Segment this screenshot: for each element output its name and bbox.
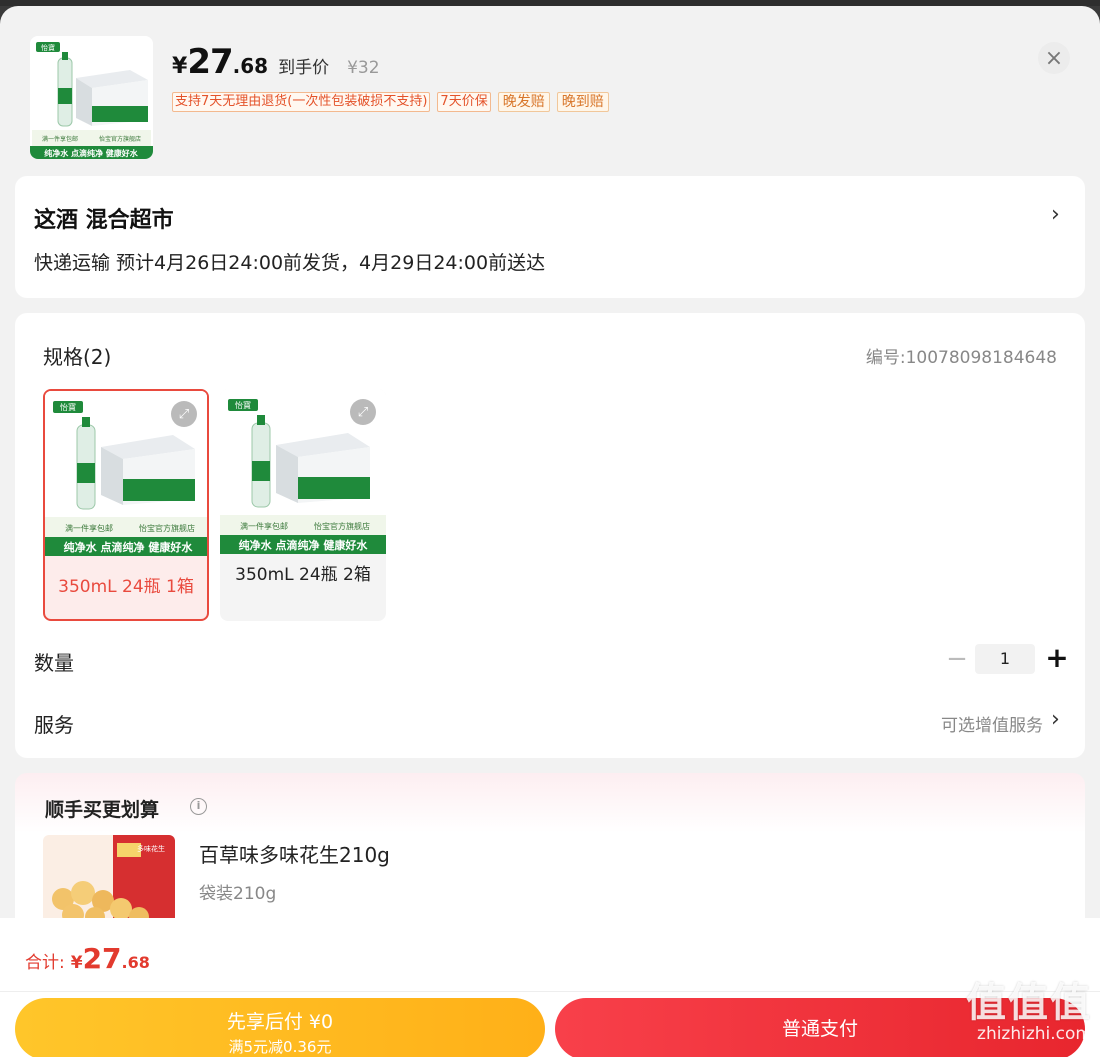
sku-label: 350mL 24瓶 2箱 [235, 565, 371, 585]
return-policy-tag: 支持7天无理由退货(一次性包装破损不支持) [172, 92, 431, 112]
watermark-logo: 值值值 [966, 980, 1092, 1026]
expand-image-icon[interactable]: ⤢ [350, 399, 376, 425]
quantity-label: 数量 [34, 651, 74, 675]
delivery-info: 快递运输 预计4月26日24:00前发货，4月29日24:00前送达 [34, 252, 546, 274]
late-ship-tag: 晚发赔 [497, 92, 550, 112]
sku-slogan-text: 纯净水 点滴纯净 健康好水 [239, 538, 369, 552]
pay-later-discount: 满5元减0.36元 [228, 1038, 332, 1056]
price-decimal: .68 [232, 54, 269, 78]
pay-later-label: 先享后付 ¥0 [226, 1011, 334, 1033]
sku-option-2[interactable]: 怡寶 满一件享包邮 怡宝官方旗舰店 纯净水 点滴纯净 健康好水 ⤢ 350mL … [220, 389, 386, 621]
watermark: 值值值 zhizhizhi.com [966, 970, 1092, 1044]
price-protect-tag: 7天价保 [437, 92, 491, 112]
recommend-item-spec: 袋装210g [199, 884, 277, 904]
sku-label: 350mL 24瓶 1箱 [58, 577, 194, 597]
product-thumbnail: 怡寶 满一件享包邮 怡宝官方旗舰店 纯净水 点滴纯净 健康好水 [30, 36, 153, 159]
final-price-label: 到手价 [278, 58, 330, 78]
sku-option-1[interactable]: 怡寶 满一件享包邮 怡宝官方旗舰店 纯净水 点滴纯净 健康好水 ⤢ 350mL … [43, 389, 209, 621]
late-arrival-tag: 晚到赔 [556, 92, 609, 112]
sku-store-text: 怡宝官方旗舰店 [314, 521, 370, 531]
watermark-url: zhizhizhi.com [977, 1024, 1092, 1044]
service-label: 服务 [34, 713, 74, 737]
spec-card: 规格(2) 编号:10078098184648 怡寶 满一件享包邮 怡宝官方旗舰… [15, 313, 1085, 758]
slogan-text: 纯净水 点滴纯净 健康好水 [44, 148, 139, 158]
peanut-product-image[interactable]: 多味花生 [43, 835, 175, 925]
total-decimal: .68 [121, 953, 150, 972]
recommend-item-name[interactable]: 百草味多味花生210g [199, 839, 390, 868]
close-button[interactable]: × [1038, 42, 1070, 74]
price-currency: ¥ [172, 54, 188, 79]
price-integer: 27 [187, 42, 233, 82]
quantity-minus-button[interactable]: − [945, 644, 969, 674]
service-tags: 支持7天无理由退货(一次性包装破损不支持) 7天价保 晚发赔 晚到赔 [172, 92, 609, 112]
sku-badge-text: 怡寶 [235, 400, 251, 410]
info-icon[interactable]: i [190, 798, 207, 815]
checkout-footer: 合计: ¥ 27 .68 先享后付 ¥0 满5元减0.36元 普通支付 [0, 918, 1100, 1057]
shop-card[interactable]: 这酒 混合超市 快递运输 预计4月26日24:00前发货，4月29日24:00前… [15, 176, 1085, 298]
quantity-input[interactable]: 1 [975, 644, 1035, 674]
sku-shipping-text: 满一件享包邮 [240, 521, 288, 531]
total-currency: ¥ [70, 953, 83, 973]
free-shipping-text: 满一件享包邮 [42, 135, 78, 143]
footer-divider [0, 991, 1100, 992]
service-selector[interactable]: 可选增值服务 [941, 711, 1043, 736]
spec-title: 规格(2) [43, 345, 112, 369]
purchase-sheet: 怡寶 满一件享包邮 怡宝官方旗舰店 纯净水 点滴纯净 健康好水 ¥ 27 .68… [0, 6, 1100, 1057]
bag-label-text: 多味花生 [137, 844, 165, 853]
brand-badge-text: 怡寶 [41, 43, 55, 52]
sku-slogan-text: 纯净水 点滴纯净 健康好水 [64, 540, 194, 554]
price-row: ¥ 27 .68 到手价 ¥32 [172, 42, 380, 82]
total-integer: 27 [82, 942, 122, 975]
recommend-title: 顺手买更划算 [45, 799, 160, 821]
chevron-right-icon[interactable]: › [1051, 707, 1060, 732]
peanut-bag-icon: 多味花生 [43, 835, 175, 925]
store-name-text: 怡宝官方旗舰店 [99, 135, 141, 143]
close-icon: × [1044, 45, 1064, 71]
product-code: 编号:10078098184648 [865, 348, 1057, 368]
pay-later-button[interactable]: 先享后付 ¥0 满5元减0.36元 [15, 998, 545, 1057]
chevron-right-icon: › [1051, 202, 1060, 227]
sku-badge-text: 怡寶 [60, 402, 76, 412]
quantity-plus-button[interactable]: + [1045, 641, 1069, 674]
original-price: ¥32 [347, 58, 380, 78]
total-label: 合计: [25, 953, 65, 973]
expand-image-icon[interactable]: ⤢ [171, 401, 197, 427]
water-product-icon: 怡寶 满一件享包邮 怡宝官方旗舰店 纯净水 点滴纯净 健康好水 [30, 36, 153, 159]
total-price: 合计: ¥ 27 .68 [25, 942, 150, 975]
sku-shipping-text: 满一件享包邮 [65, 523, 113, 533]
shop-name: 这酒 混合超市 [34, 208, 174, 233]
sku-store-text: 怡宝官方旗舰店 [139, 523, 195, 533]
